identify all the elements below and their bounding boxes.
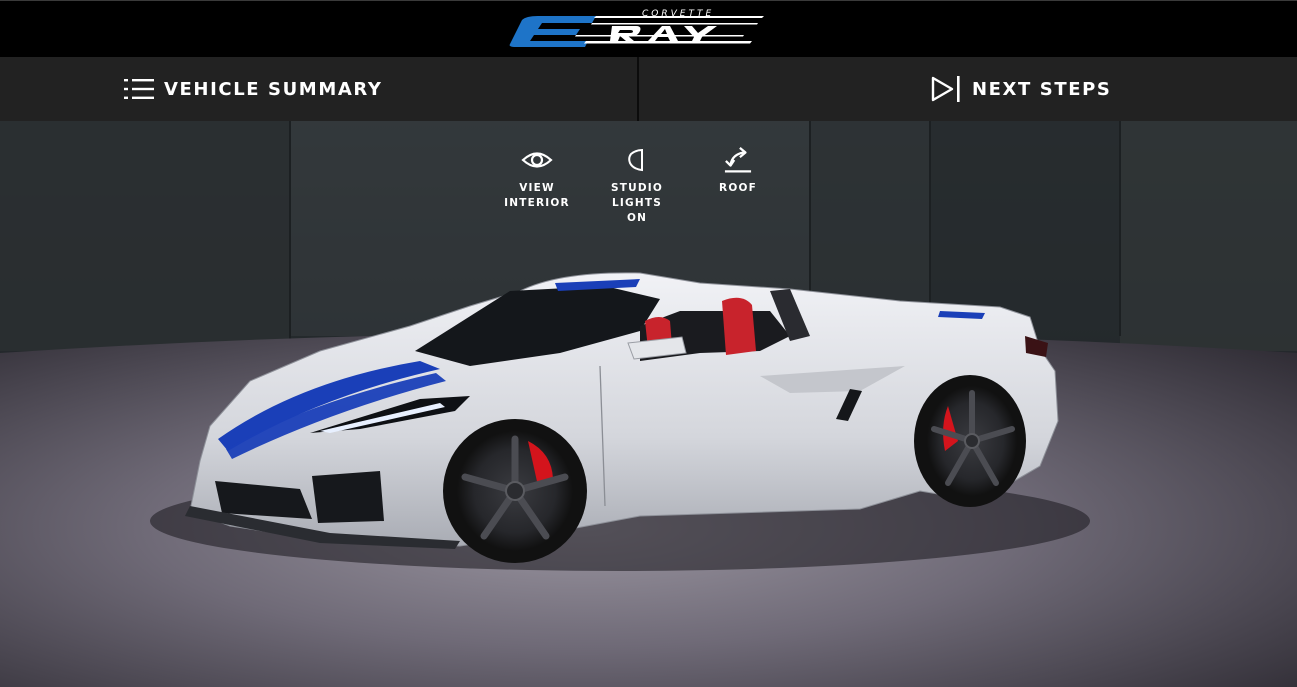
list-icon (124, 79, 154, 99)
front-wheel (443, 419, 587, 563)
logo-graphic (509, 16, 764, 47)
vehicle-summary-label: VEHICLE SUMMARY (164, 78, 383, 100)
studio-lights-button[interactable]: STUDIO LIGHTS ON (585, 146, 689, 226)
vehicle-summary-button[interactable]: VEHICLE SUMMARY (124, 57, 382, 121)
roof-label: ROOF (719, 182, 757, 194)
roof-arrow-icon (724, 147, 752, 173)
view-interior-button[interactable]: VIEW INTERIOR (503, 146, 571, 211)
view-interior-label: VIEW INTERIOR (504, 182, 570, 209)
logo-small-text: CORVETTE (642, 9, 715, 19)
roof-button[interactable]: ROOF (712, 146, 764, 196)
nav-bar: VEHICLE SUMMARY NEXT STEPS (0, 57, 1297, 121)
top-bar: CORVETTE (0, 0, 1297, 57)
next-steps-label: NEXT STEPS (972, 78, 1112, 100)
play-next-icon (931, 76, 960, 102)
corvette-eray-logo[interactable]: CORVETTE (508, 9, 768, 50)
rear-wheel (914, 375, 1026, 507)
light-icon (628, 148, 643, 172)
eye-icon (521, 152, 553, 168)
nav-divider (637, 57, 639, 121)
next-steps-button[interactable]: NEXT STEPS (930, 57, 1111, 121)
viewer-tools: VIEW INTERIOR STUDIO LIGHTS ON ROOF (0, 146, 1297, 224)
studio-lights-label: STUDIO LIGHTS ON (611, 182, 663, 224)
